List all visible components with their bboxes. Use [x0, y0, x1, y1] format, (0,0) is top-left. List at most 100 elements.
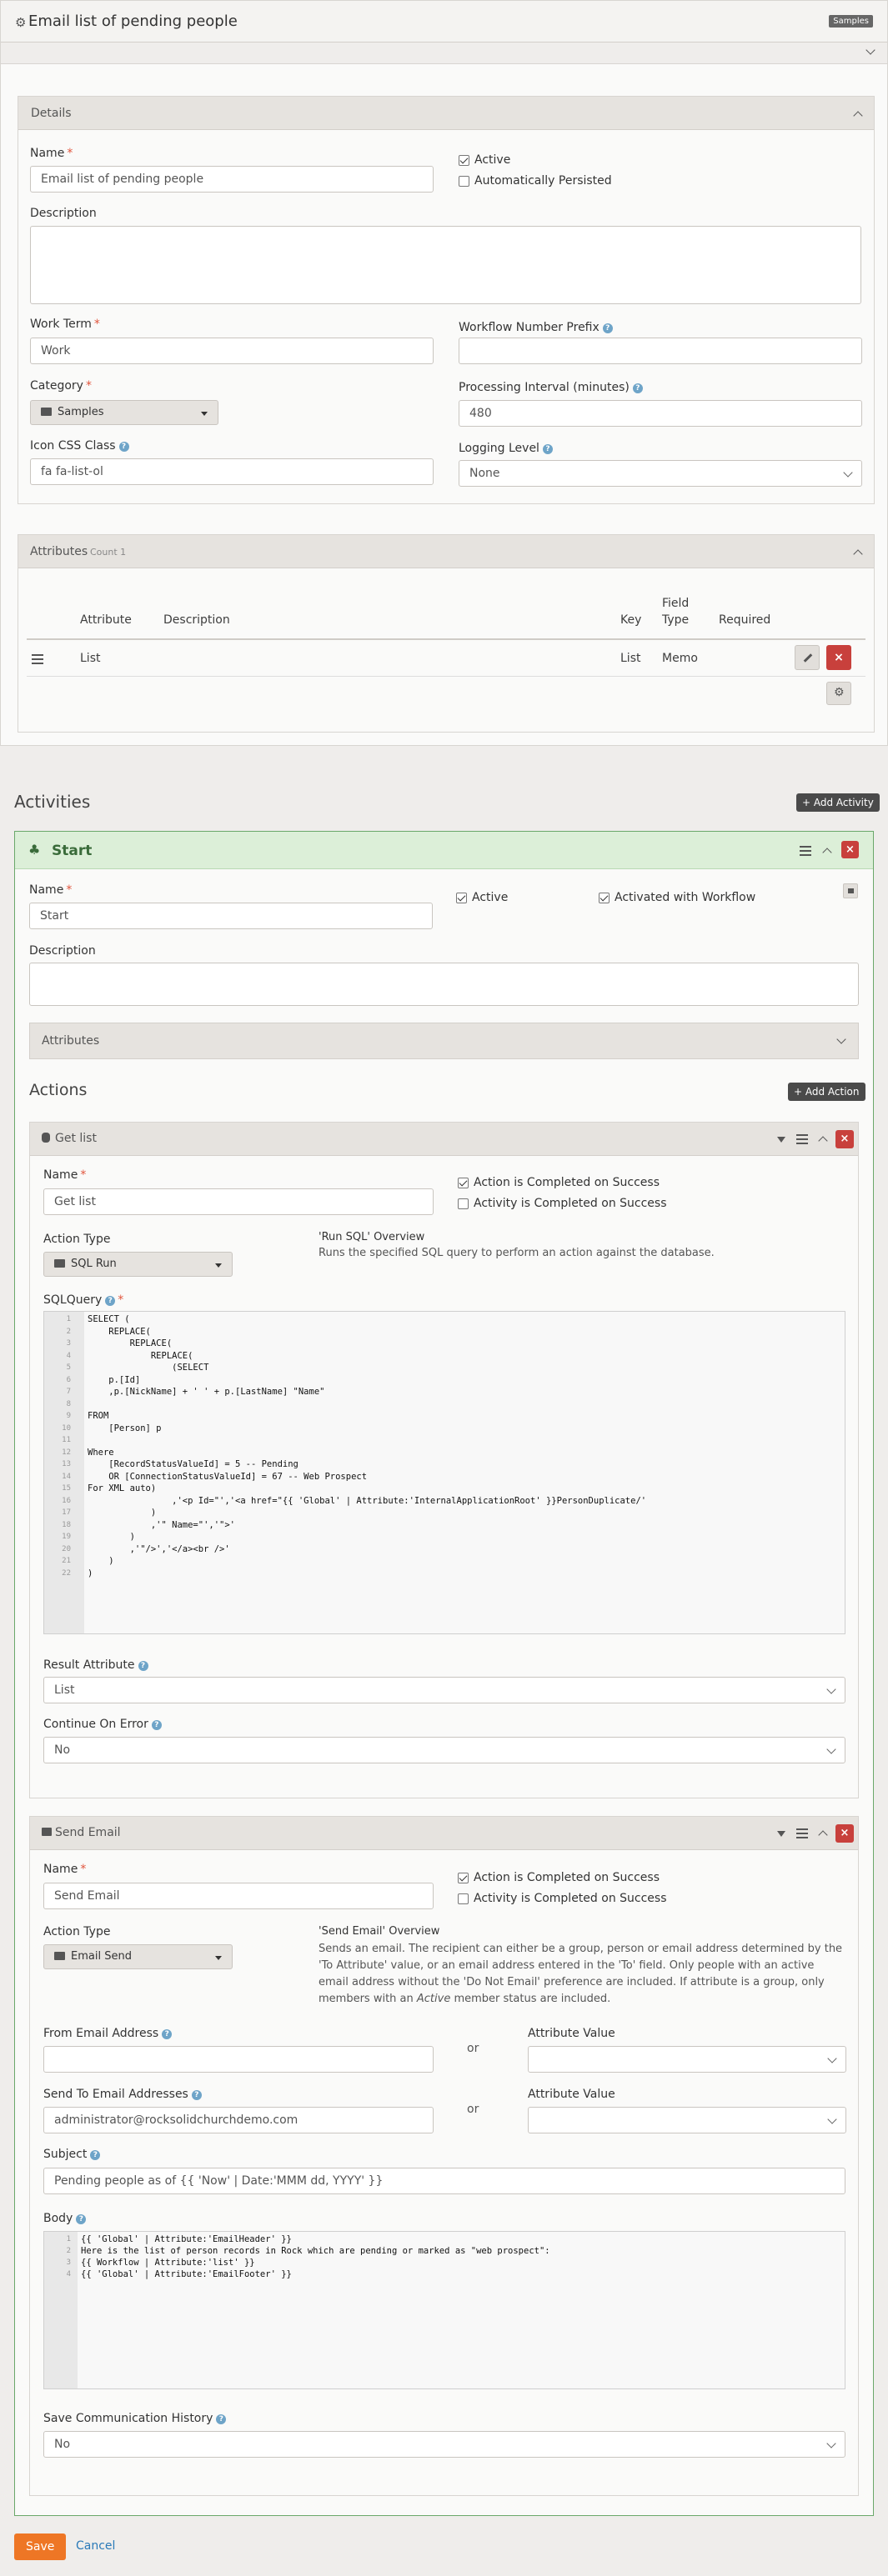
action-completed-checkbox[interactable]: Action is Completed on Success: [458, 1176, 660, 1189]
action-header[interactable]: Get list ×: [30, 1123, 858, 1156]
body-editor[interactable]: 1 {{ 'Global' | Attribute:'EmailHeader' }…: [43, 2231, 845, 2389]
drag-handle-icon[interactable]: [796, 1828, 808, 1841]
action-name-input[interactable]: Get list: [43, 1188, 434, 1215]
filter-icon[interactable]: [777, 1831, 785, 1837]
drawer-chevron-icon[interactable]: [865, 45, 875, 55]
continue-on-error-select[interactable]: No: [43, 1737, 845, 1763]
interval-input[interactable]: 480: [459, 400, 862, 427]
code-line: ,'"/>','</a><br />': [88, 1543, 230, 1554]
drag-handle-icon[interactable]: [796, 1134, 808, 1147]
col-required: Required: [719, 613, 771, 627]
action-completed-checkbox[interactable]: Action is Completed on Success: [458, 1871, 660, 1884]
activity-completed-checkbox[interactable]: Activity is Completed on Success: [458, 1197, 667, 1210]
help-icon[interactable]: ?: [151, 1720, 162, 1730]
result-attribute-select[interactable]: List: [43, 1677, 845, 1703]
code-line: Where: [88, 1447, 114, 1458]
activity-title: Start: [52, 843, 93, 859]
action-type-picker[interactable]: SQL Run: [43, 1252, 233, 1277]
description-textarea[interactable]: [30, 226, 861, 304]
activities-title: Activities: [14, 792, 91, 812]
drag-handle-icon[interactable]: [800, 846, 811, 858]
collapse-icon[interactable]: [818, 1830, 828, 1840]
filter-icon[interactable]: [777, 1137, 785, 1143]
from-email-input[interactable]: [43, 2046, 434, 2073]
code-line: [Person] p: [88, 1423, 162, 1433]
action-header[interactable]: Send Email ×: [30, 1817, 858, 1850]
attributes-header[interactable]: Attributes Count 1: [18, 535, 874, 568]
edit-button[interactable]: [795, 645, 820, 670]
help-icon[interactable]: ?: [138, 1661, 148, 1671]
help-icon[interactable]: ?: [118, 442, 129, 452]
folder-icon: [54, 1952, 65, 1960]
wf-prefix-input[interactable]: [459, 338, 862, 364]
code-line: OR [ConnectionStatusValueId] = 67 -- Web…: [88, 1471, 368, 1482]
save-history-select[interactable]: No: [43, 2431, 845, 2458]
help-icon[interactable]: ?: [76, 2214, 87, 2224]
code-line: ,p.[NickName] + ' ' + p.[LastName] "Name…: [88, 1387, 325, 1397]
action-name-label: Name *: [43, 1863, 87, 1876]
drag-handle-icon[interactable]: [32, 654, 43, 667]
panel-drawer-bar[interactable]: [1, 43, 887, 64]
add-attribute-button[interactable]: ⚙: [826, 682, 851, 705]
delete-button[interactable]: ×: [826, 645, 851, 670]
category-badge: Samples: [829, 15, 873, 28]
send-to-input[interactable]: administrator@rocksolidchurchdemo.com: [43, 2107, 434, 2133]
activity-name-input[interactable]: Start: [29, 903, 433, 929]
cancel-button[interactable]: Cancel: [76, 2539, 115, 2553]
activated-with-workflow-checkbox[interactable]: Activated with Workflow: [599, 891, 755, 904]
name-input[interactable]: Email list of pending people: [30, 166, 434, 193]
from-attribute-select[interactable]: [528, 2046, 846, 2073]
expand-icon[interactable]: [836, 1034, 846, 1044]
line-number: 10: [62, 1423, 71, 1433]
activity-active-checkbox[interactable]: Active: [456, 891, 508, 904]
lock-icon[interactable]: [843, 883, 858, 898]
code-line: p.[Id]: [88, 1374, 141, 1385]
col-description: Description: [163, 613, 230, 627]
help-icon[interactable]: ?: [90, 2150, 101, 2160]
help-icon[interactable]: ?: [602, 323, 613, 333]
help-icon[interactable]: ?: [105, 1296, 116, 1306]
help-icon[interactable]: ?: [216, 2414, 227, 2424]
activity-start-header[interactable]: ♣ Start ×: [15, 832, 873, 869]
activity-description-textarea[interactable]: [29, 963, 859, 1006]
collapse-icon[interactable]: [822, 848, 832, 858]
delete-activity-button[interactable]: ×: [841, 841, 859, 858]
auto-persisted-checkbox[interactable]: Automatically Persisted: [459, 174, 612, 188]
chevron-down-icon: [843, 468, 853, 478]
sql-editor[interactable]: 1 SELECT (2 REPLACE(3 REPLACE(4 REPLACE(5…: [43, 1311, 845, 1634]
action-type-picker[interactable]: Email Send: [43, 1944, 233, 1969]
body-label: Body?: [43, 2212, 87, 2225]
save-button[interactable]: Save: [14, 2533, 67, 2560]
send-to-label: Send To Email Addresses?: [43, 2088, 202, 2101]
or-separator: or: [467, 2103, 479, 2116]
add-activity-button[interactable]: + Add Activity: [796, 793, 880, 812]
work-term-input[interactable]: Work: [30, 338, 434, 364]
to-attribute-select[interactable]: [528, 2107, 846, 2133]
help-icon[interactable]: ?: [162, 2029, 173, 2039]
category-picker[interactable]: Samples: [30, 400, 218, 425]
name-label: Name *: [30, 147, 73, 160]
help-icon[interactable]: ?: [191, 2090, 202, 2100]
help-icon[interactable]: ?: [632, 383, 643, 393]
delete-action-button[interactable]: ×: [835, 1824, 854, 1843]
icon-css-input[interactable]: fa fa-list-ol: [30, 458, 434, 485]
activity-attributes-bar[interactable]: Attributes: [29, 1023, 859, 1059]
line-number: 2: [66, 1327, 71, 1336]
help-icon[interactable]: ?: [542, 444, 553, 454]
active-checkbox[interactable]: Active: [459, 153, 510, 167]
subject-input[interactable]: Pending people as of {{ 'Now' | Date:'MM…: [43, 2168, 845, 2194]
close-icon: ×: [834, 651, 844, 664]
delete-action-button[interactable]: ×: [835, 1130, 854, 1148]
code-line: For XML auto): [88, 1483, 157, 1493]
chevron-down-icon: [827, 2053, 837, 2063]
add-action-button[interactable]: + Add Action: [788, 1083, 865, 1101]
collapse-icon[interactable]: [818, 1136, 828, 1146]
details-title: Details: [31, 107, 72, 120]
action-name-input[interactable]: Send Email: [43, 1883, 434, 1909]
line-number: 6: [66, 1375, 71, 1384]
collapse-icon[interactable]: [853, 111, 863, 121]
logging-select[interactable]: None: [459, 460, 862, 487]
activity-completed-checkbox[interactable]: Activity is Completed on Success: [458, 1892, 667, 1905]
details-header[interactable]: Details: [18, 97, 874, 130]
collapse-icon[interactable]: [853, 549, 863, 559]
